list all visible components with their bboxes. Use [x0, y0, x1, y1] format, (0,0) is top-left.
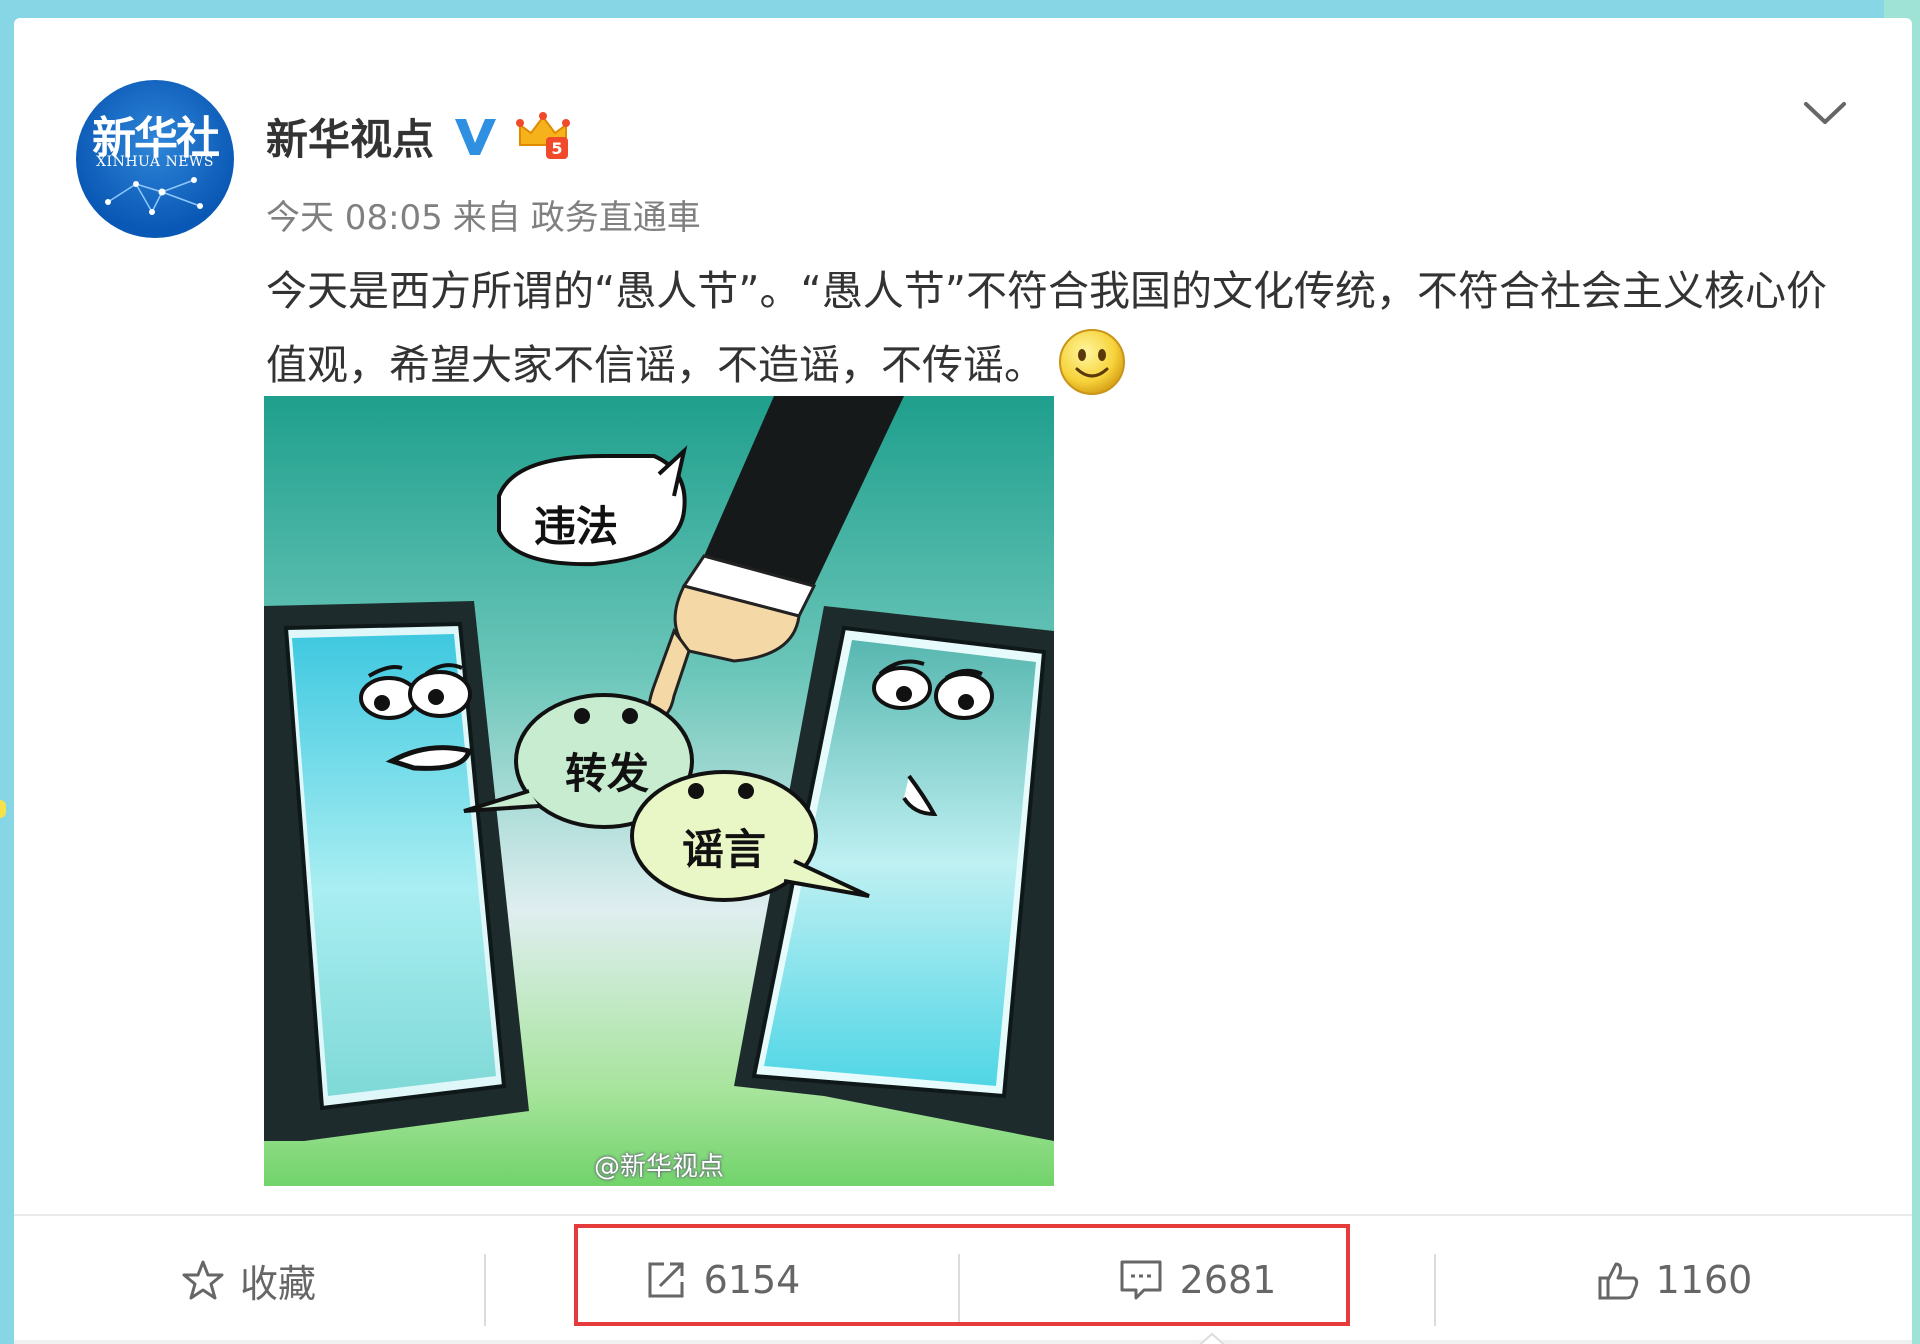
bubble-forward-text: 转发 — [565, 749, 649, 798]
action-bar: 收藏 6154 2681 1160 — [14, 1216, 1912, 1344]
svg-text:5: 5 — [551, 139, 562, 158]
share-icon — [648, 1262, 684, 1298]
favorite-button[interactable]: 收藏 — [14, 1216, 484, 1344]
like-count: 1160 — [1655, 1258, 1753, 1302]
star-icon — [182, 1260, 224, 1300]
verified-v-icon[interactable] — [452, 113, 498, 159]
vip-crown-icon[interactable]: 5 — [516, 111, 571, 161]
from-label: 来自 — [452, 198, 521, 238]
thumbs-up-icon — [1598, 1262, 1638, 1300]
post-image[interactable]: 违法 转发 谣言 @新华视点 — [264, 396, 1054, 1186]
avatar[interactable]: 新华社 XINHUA NEWS — [76, 80, 234, 238]
post-source-link[interactable]: 政务直通車 — [531, 190, 701, 239]
caret-up-icon — [1199, 1332, 1225, 1344]
bubble-violate-text: 违法 — [534, 502, 618, 551]
avatar-logo-subtext: XINHUA NEWS — [96, 154, 214, 170]
background-left — [0, 0, 14, 1344]
comment-icon — [1120, 1260, 1162, 1300]
like-button[interactable]: 1160 — [1436, 1216, 1912, 1344]
bubble-rumor-text: 谣言 — [682, 825, 766, 874]
comment-button[interactable]: 2681 — [960, 1216, 1434, 1344]
weibo-post-card: 新华社 XINHUA NEWS 新华视点 5 今天 08:05 来自 政务直通車… — [14, 18, 1912, 1344]
smile-emoji-icon — [1059, 329, 1125, 395]
repost-count: 6154 — [703, 1258, 801, 1302]
username-link[interactable]: 新华视点 — [266, 106, 434, 167]
repost-button[interactable]: 6154 — [486, 1216, 958, 1344]
chevron-down-icon[interactable] — [1802, 98, 1848, 128]
cartoon-illustration: 违法 转发 谣言 — [264, 396, 1054, 1141]
comment-count: 2681 — [1179, 1258, 1277, 1302]
author-row: 新华视点 5 — [266, 106, 571, 167]
network-graphic-icon — [105, 177, 203, 215]
favorite-label: 收藏 — [239, 1261, 316, 1306]
post-text: 今天是西方所谓的“愚人节”。“愚人节”不符合我国的文化传统，不符合社会主义核心价… — [266, 267, 1827, 389]
bottom-border — [14, 1340, 1912, 1344]
image-watermark: @新华视点 — [594, 1152, 725, 1182]
post-content: 今天是西方所谓的“愚人节”。“愚人节”不符合我国的文化传统，不符合社会主义核心价… — [266, 254, 1846, 403]
post-time[interactable]: 今天 08:05 — [266, 190, 443, 239]
post-meta: 今天 08:05 来自 政务直通車 — [266, 190, 701, 239]
